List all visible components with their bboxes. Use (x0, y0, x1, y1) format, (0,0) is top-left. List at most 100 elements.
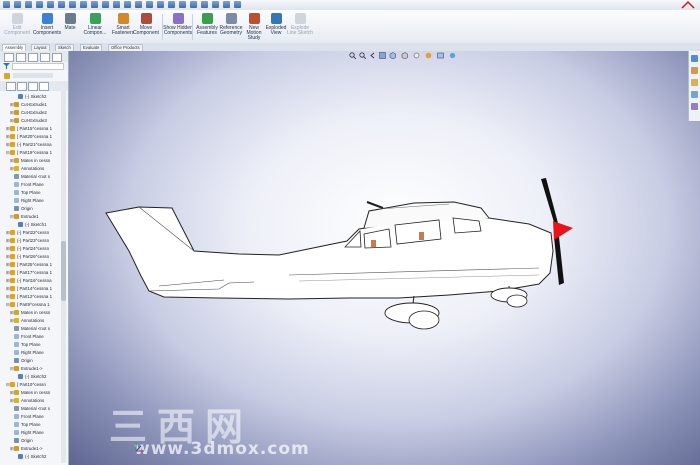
help-icon[interactable] (234, 1, 241, 8)
filter-input[interactable] (12, 63, 64, 70)
rectangle-icon[interactable] (113, 1, 120, 8)
tree-node[interactable]: Front Plane (10, 413, 44, 421)
tree-node[interactable]: ⊞ (-) Part26^cessn (6, 253, 49, 261)
mate-button[interactable]: Mate (62, 13, 78, 31)
tree-node[interactable]: ⊟[ Part10^cessn (6, 381, 46, 389)
linear-component-pattern-button[interactable]: Linear Compon... (80, 13, 110, 36)
tree-node[interactable]: ⊞ Mates in cessn (10, 389, 50, 397)
line-icon[interactable] (102, 1, 109, 8)
feature-manager-tree-icon[interactable] (4, 53, 14, 62)
tree-node[interactable]: Origin (10, 357, 33, 365)
graphics-area[interactable]: 三西网 www.3dmox.com (69, 51, 700, 465)
tree-node[interactable]: Origin (10, 437, 33, 445)
dimxpert-manager-icon[interactable] (40, 53, 50, 62)
tree-node[interactable]: ⊞ Annotations (10, 317, 44, 325)
arc-icon[interactable] (135, 1, 142, 8)
tree-node[interactable]: ⊞ (-) Part23^cessn (6, 237, 49, 245)
save-icon[interactable] (25, 1, 32, 8)
tree-node[interactable]: ⊞[ Part12^cessna 1 (6, 293, 52, 301)
explode-line-sketch-button[interactable]: Explode Line Sketch (286, 13, 314, 36)
circle-icon[interactable] (124, 1, 131, 8)
tree-node[interactable]: Material <not s (10, 325, 50, 333)
tree-node[interactable]: ⊞ (-) Part24^cessn (6, 245, 49, 253)
undo-icon[interactable] (47, 1, 54, 8)
tree-node[interactable]: Top Plane (10, 341, 41, 349)
insert-components-button[interactable]: Insert Components (32, 13, 62, 36)
tree-node[interactable]: ⊞ Cut-Extrude3 (10, 117, 47, 125)
tree-node[interactable]: ⊞ Annotations (10, 397, 44, 405)
tree-node[interactable]: ⊟ Extrude1 (10, 213, 39, 221)
dimxpert-tab-icon[interactable] (39, 82, 49, 91)
point-icon[interactable] (157, 1, 164, 8)
tree-node[interactable]: (-) Sketch2 (14, 453, 46, 461)
tree-node[interactable]: ⊟ Extrude1-> (10, 365, 43, 373)
display-manager-icon[interactable] (52, 53, 62, 62)
mirror-icon[interactable] (190, 1, 197, 8)
tree-node[interactable]: Top Plane (10, 421, 41, 429)
smart-dimension-icon[interactable] (223, 1, 230, 8)
tree-node[interactable]: (-) Sketch1 (14, 221, 46, 229)
tree-node[interactable]: ⊞ Annotations (10, 165, 44, 173)
tree-node[interactable]: Top Plane (10, 189, 41, 197)
tree-node[interactable]: Origin (10, 205, 33, 213)
spline-icon[interactable] (146, 1, 153, 8)
display-relations-icon[interactable] (212, 1, 219, 8)
tree-node[interactable]: ⊞ (-) Part22^cessn (6, 229, 49, 237)
show-hidden-components-button[interactable]: Show Hidden Components (163, 13, 193, 36)
trim-icon[interactable] (168, 1, 175, 8)
filter-icon[interactable] (3, 63, 10, 69)
tree-node[interactable]: ⊞ Mates in cessn (10, 157, 50, 165)
tree-node[interactable]: ⊞[ Part20^cessna 1 (6, 133, 52, 141)
move-component-button[interactable]: Move Component (132, 13, 160, 36)
tree-node[interactable]: Material <not s (10, 173, 50, 181)
new-document-icon[interactable] (3, 1, 10, 8)
configuration-manager-icon[interactable] (28, 53, 38, 62)
pattern-icon[interactable] (201, 1, 208, 8)
tree-node[interactable]: Front Plane (10, 333, 44, 341)
tree-node[interactable]: (-) Sketch2 (14, 93, 46, 101)
tab-layout[interactable]: Layout (31, 44, 50, 51)
tree-node[interactable]: (-) Sketch2 (14, 373, 46, 381)
plane-icon (14, 342, 19, 348)
scrollbar-thumb[interactable] (61, 241, 66, 301)
config-tab-icon[interactable] (28, 82, 38, 91)
options-icon[interactable] (80, 1, 87, 8)
property-tab-icon[interactable] (17, 82, 27, 91)
tree-node[interactable]: Material <not s (10, 405, 50, 413)
open-icon[interactable] (14, 1, 21, 8)
tree-node[interactable]: ⊟[ Part19^cessna 1 (6, 149, 52, 157)
feature-tree-scrollbar[interactable] (61, 91, 66, 463)
feature-tree-tab-icon[interactable] (6, 82, 16, 91)
tree-node[interactable]: Right Plane (10, 429, 44, 437)
tree-node[interactable]: ⊞ (-) Part16^cessna (6, 277, 52, 285)
tab-assembly[interactable]: Assembly (2, 44, 27, 51)
tree-node[interactable]: Right Plane (10, 197, 44, 205)
print-icon[interactable] (36, 1, 43, 8)
sketch-icon[interactable] (91, 1, 98, 8)
tree-node[interactable]: ⊞[ Part25^cessna 1 (6, 261, 52, 269)
tab-office-products[interactable]: Office Products (108, 44, 143, 51)
tree-node[interactable]: ⊞[ Part15^cessna 1 (6, 125, 52, 133)
tree-node[interactable]: ⊞ Mates in cessn (10, 309, 50, 317)
reference-triad-icon (135, 443, 144, 452)
tree-node[interactable]: ⊟[ Part9^cessna 1 (6, 301, 50, 309)
tree-node[interactable]: Right Plane (10, 349, 44, 357)
tree-node[interactable]: ⊞ Cut-Extrude1 (10, 101, 47, 109)
edit-component-button[interactable]: Edit Component (2, 13, 32, 36)
tab-evaluate[interactable]: Evaluate (80, 44, 103, 51)
tree-node[interactable]: ⊞[ Part14^cessna 1 (6, 285, 52, 293)
origin-icon (14, 438, 19, 444)
property-manager-icon[interactable] (16, 53, 26, 62)
tree-node[interactable]: ⊞ Extrude1-> (10, 445, 43, 453)
rebuild-icon[interactable] (69, 1, 76, 8)
root-assembly-row[interactable] (0, 70, 68, 81)
tree-node[interactable]: Front Plane (10, 181, 44, 189)
tree-node-label: Right Plane (21, 198, 44, 203)
tree-node[interactable]: ⊞ Cut-Extrude2 (10, 109, 47, 117)
select-icon[interactable] (58, 1, 65, 8)
mates-icon (14, 390, 19, 396)
offset-icon[interactable] (179, 1, 186, 8)
tree-node[interactable]: ⊞ (-) Part21^cessna (6, 141, 52, 149)
tab-sketch[interactable]: Sketch (55, 44, 74, 51)
tree-node[interactable]: ⊞[ Part17^cessna 1 (6, 269, 52, 277)
